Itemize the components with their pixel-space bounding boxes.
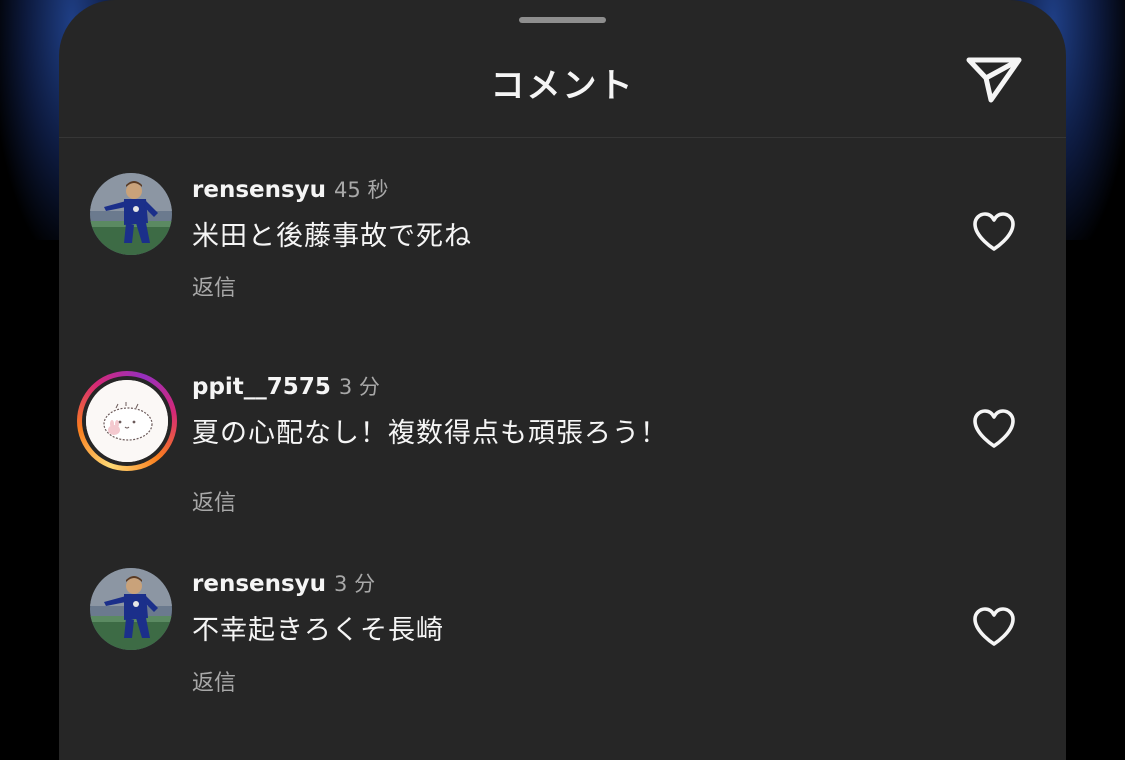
reply-button[interactable]: 返信	[192, 485, 236, 517]
heart-outline-icon	[973, 607, 1015, 646]
avatar[interactable]	[90, 568, 172, 650]
reply-button[interactable]: 返信	[192, 665, 236, 697]
like-button[interactable]	[971, 211, 1017, 253]
comment-text: 不幸起きろくそ長崎	[192, 615, 444, 646]
avatar	[86, 380, 168, 462]
story-ring[interactable]	[77, 371, 177, 471]
sheet-title: コメント	[490, 66, 635, 106]
comment-text: 夏の心配なし！複数得点も頑張ろう！	[192, 418, 668, 449]
comment-text: 米田と後藤事故で死ね	[192, 221, 472, 252]
sheet-drag-handle[interactable]	[519, 17, 606, 23]
avatar-character-drawing	[86, 380, 168, 462]
share-button[interactable]	[963, 52, 1023, 108]
avatar-player-photo	[90, 173, 172, 255]
comment-username[interactable]: rensensyu	[192, 571, 326, 597]
send-icon	[966, 57, 1022, 103]
heart-outline-icon	[973, 409, 1015, 448]
comment-timestamp: 3 分	[334, 572, 376, 596]
comment-username[interactable]: ppit__7575	[192, 374, 331, 400]
comments-sheet: コメント rensensyu 45 秒 米田と後藤事故で死ね 返信 ppit__…	[59, 0, 1066, 760]
avatar[interactable]	[90, 173, 172, 255]
comment-username[interactable]: rensensyu	[192, 177, 326, 203]
header-divider	[59, 137, 1066, 138]
reply-button[interactable]: 返信	[192, 270, 236, 302]
comment-timestamp: 45 秒	[334, 178, 389, 202]
like-button[interactable]	[971, 606, 1017, 648]
comment-timestamp: 3 分	[338, 375, 380, 399]
avatar-player-photo	[90, 568, 172, 650]
like-button[interactable]	[971, 408, 1017, 450]
heart-outline-icon	[973, 212, 1015, 251]
